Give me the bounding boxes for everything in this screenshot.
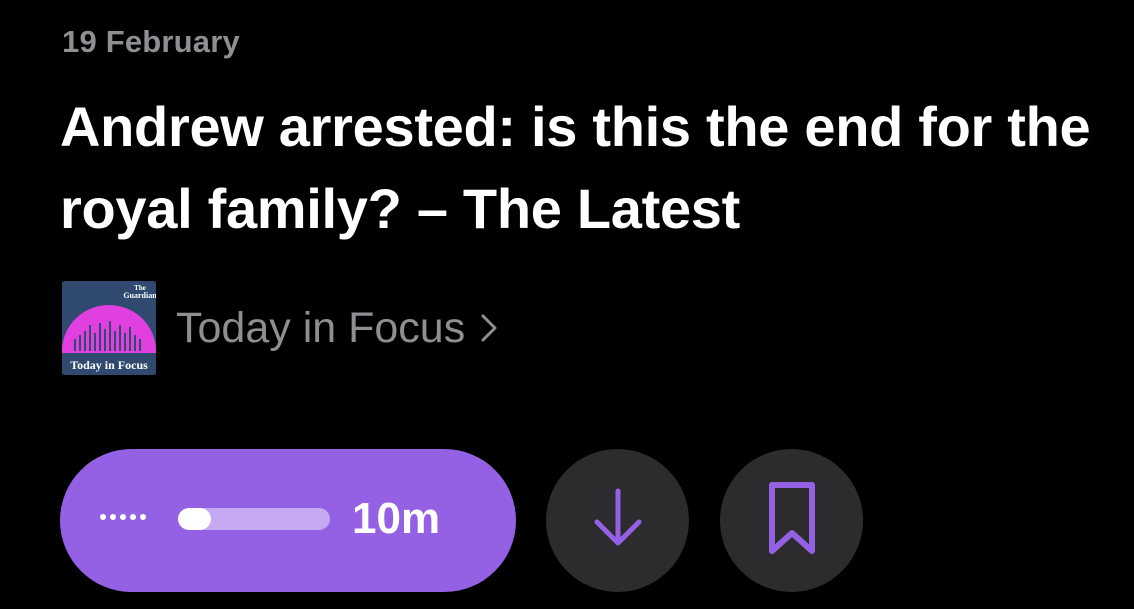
progress-fill	[178, 508, 212, 530]
more-dots-icon	[100, 514, 146, 520]
artwork-brand-line2: Guardian	[123, 291, 156, 300]
episode-title: Andrew arrested: is this the end for the…	[60, 95, 1091, 240]
show-name: Today in Focus	[176, 303, 466, 352]
bookmark-icon	[767, 481, 817, 560]
progress-bar	[178, 508, 330, 530]
artwork-title: Today in Focus	[70, 358, 148, 372]
show-link[interactable]: The Guardian Today in Focus Today in Foc…	[62, 280, 497, 376]
arrow-down-icon	[593, 487, 643, 554]
duration-label: 10m	[352, 494, 441, 543]
show-artwork: The Guardian Today in Focus	[62, 281, 156, 375]
bookmark-button[interactable]	[720, 449, 863, 592]
download-button[interactable]	[546, 449, 689, 592]
chevron-right-icon	[481, 314, 497, 342]
episode-date: 19 February	[62, 24, 240, 59]
